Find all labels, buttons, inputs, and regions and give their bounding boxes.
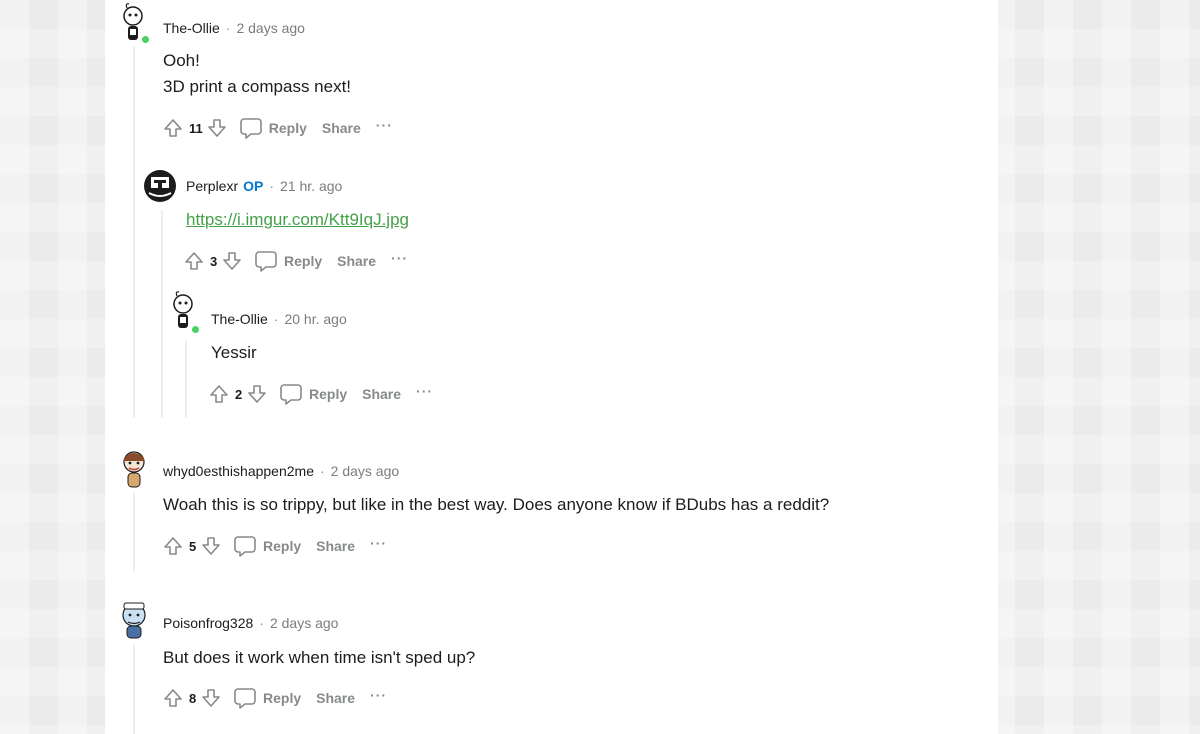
upvote-icon[interactable] (161, 534, 185, 558)
more-options-icon[interactable]: ··· (376, 117, 393, 133)
separator-dot: · (259, 615, 264, 631)
comment-author[interactable]: Poisonfrog328 (163, 615, 253, 631)
comment-actions: 11 Reply Share ··· (161, 115, 393, 141)
comment-bubble-icon (234, 536, 256, 557)
comment-body: Yessir (211, 340, 257, 366)
comment-meta: Poisonfrog328 · 2 days ago (163, 615, 338, 631)
downvote-icon[interactable] (205, 116, 229, 140)
separator-dot: · (225, 20, 231, 36)
thread-line[interactable] (185, 340, 187, 418)
downvote-icon[interactable] (245, 382, 269, 406)
thread-line[interactable] (161, 210, 163, 418)
reply-button[interactable]: Reply (254, 249, 322, 273)
comment-actions: 3 Reply Share ··· (182, 248, 408, 274)
comment-meta: whyd0esthishappen2me · 2 days ago (163, 463, 399, 479)
comment-body: Woah this is so trippy, but like in the … (163, 492, 829, 518)
more-options-icon[interactable]: ··· (416, 383, 433, 399)
comment-meta: Perplexr OP · 21 hr. ago (186, 178, 342, 194)
comment-bubble-icon (280, 384, 302, 405)
reply-label: Reply (309, 386, 348, 402)
vote-score: 11 (189, 120, 203, 136)
more-options-icon[interactable]: ··· (391, 250, 408, 266)
comment-actions: 8 Reply Share ··· (161, 685, 387, 711)
online-status-dot (140, 34, 151, 45)
op-badge: OP (243, 178, 264, 194)
separator-dot: · (273, 311, 279, 327)
reply-label: Reply (263, 538, 302, 554)
vote-score: 2 (235, 386, 243, 402)
avatar[interactable] (167, 290, 201, 328)
comment-timestamp[interactable]: 2 days ago (236, 20, 305, 36)
separator-dot: · (320, 463, 325, 479)
reply-label: Reply (284, 253, 323, 269)
share-button[interactable]: Share (337, 253, 376, 269)
thread-line[interactable] (133, 46, 135, 418)
comment-timestamp[interactable]: 2 days ago (331, 463, 400, 479)
comment-meta: The-Ollie · 20 hr. ago (211, 311, 347, 327)
comment-timestamp[interactable]: 21 hr. ago (280, 178, 342, 194)
comment-text-line: Woah this is so trippy, but like in the … (163, 495, 830, 514)
vote-score: 5 (189, 538, 197, 554)
avatar[interactable] (117, 448, 151, 488)
comment-actions: 2 Reply Share ··· (207, 381, 433, 407)
reply-label: Reply (263, 690, 302, 706)
upvote-icon[interactable] (182, 249, 206, 273)
upvote-icon[interactable] (161, 116, 185, 140)
upvote-icon[interactable] (161, 686, 185, 710)
reply-button[interactable]: Reply (279, 382, 347, 406)
comment-text-line: But does it work when time isn't sped up… (163, 648, 476, 667)
reply-button[interactable]: Reply (239, 116, 307, 140)
more-options-icon[interactable]: ··· (370, 535, 387, 551)
comment-body: https://i.imgur.com/Ktt9IqJ.jpg (186, 207, 409, 233)
comment-timestamp[interactable]: 2 days ago (270, 615, 339, 631)
comment-bubble-icon (255, 251, 277, 272)
comment-text-line: Ooh! (163, 51, 200, 70)
comment-body: But does it work when time isn't sped up… (163, 645, 475, 671)
share-button[interactable]: Share (322, 120, 361, 136)
share-button[interactable]: Share (316, 690, 355, 706)
comment-text-line: 3D print a compass next! (163, 77, 352, 96)
vote-score: 8 (189, 690, 197, 706)
thread-line[interactable] (133, 492, 135, 572)
downvote-icon[interactable] (199, 534, 223, 558)
share-button[interactable]: Share (362, 386, 401, 402)
comment-meta: The-Ollie · 2 days ago (163, 20, 305, 36)
downvote-icon[interactable] (199, 686, 223, 710)
avatar[interactable] (117, 598, 151, 639)
thread-line[interactable] (133, 644, 135, 734)
comment-bubble-icon (239, 118, 262, 139)
upvote-icon[interactable] (207, 382, 231, 406)
comment-timestamp[interactable]: 20 hr. ago (284, 311, 346, 327)
comment-panel: The-Ollie · 2 days ago Ooh! 3D print a c… (105, 0, 998, 734)
avatar[interactable] (143, 169, 177, 203)
separator-dot: · (269, 178, 275, 194)
comment-actions: 5 Reply Share ··· (161, 533, 387, 559)
online-status-dot (190, 324, 201, 335)
share-button[interactable]: Share (316, 538, 355, 554)
avatar[interactable] (117, 2, 151, 40)
downvote-icon[interactable] (220, 249, 244, 273)
comment-text-line: Yessir (211, 343, 257, 362)
comment-author[interactable]: whyd0esthishappen2me (163, 463, 314, 479)
image-link[interactable]: https://i.imgur.com/Ktt9IqJ.jpg (186, 210, 409, 229)
reply-button[interactable]: Reply (233, 686, 301, 710)
reply-button[interactable]: Reply (233, 534, 301, 558)
comment-bubble-icon (234, 688, 256, 709)
comment-body: Ooh! 3D print a compass next! (163, 48, 351, 100)
comment-author[interactable]: The-Ollie (163, 20, 220, 36)
vote-score: 3 (210, 253, 218, 269)
comment-author[interactable]: Perplexr (186, 178, 238, 194)
more-options-icon[interactable]: ··· (370, 687, 387, 703)
reply-label: Reply (268, 120, 307, 136)
comment-author[interactable]: The-Ollie (211, 311, 268, 327)
